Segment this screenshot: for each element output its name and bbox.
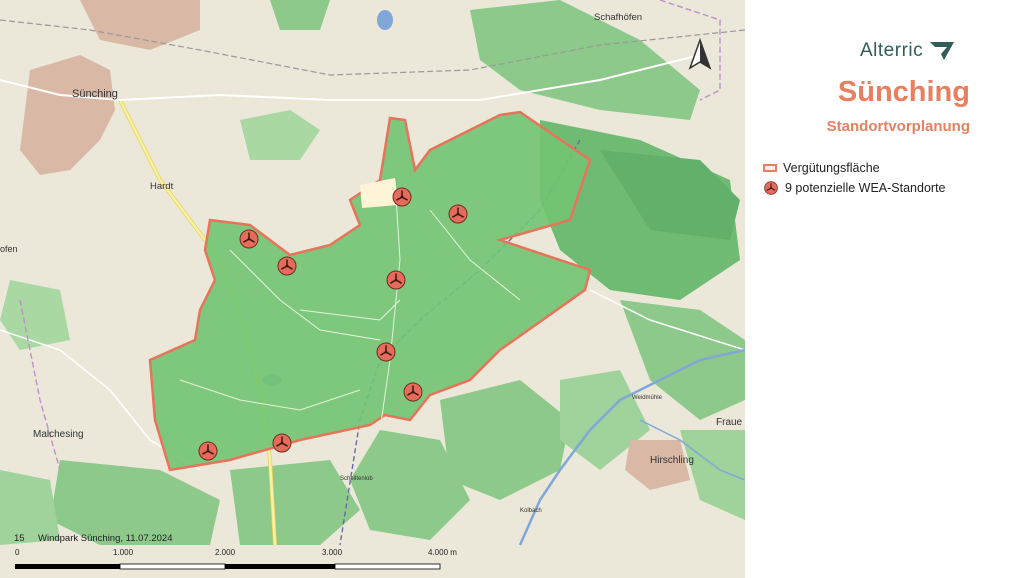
legend-item-turbines: 9 potenzielle WEA-Standorte — [763, 178, 946, 198]
map-canvas[interactable]: Sünching Schafhöfen Hardt Malchesing Hir… — [0, 0, 745, 578]
turbine-marker[interactable] — [277, 256, 297, 276]
scale-caption: Windpark Sünching, 11.07.2024 — [38, 533, 173, 544]
label-hardt: Hardt — [150, 181, 174, 192]
legend-panel: Alterric Sünching Standortvorplanung Ver… — [745, 0, 1024, 578]
label-fraue: Fraue — [716, 417, 743, 428]
page-title: Sünching — [837, 76, 970, 108]
scalebar: 15 Windpark Sünching, 11.07.2024 0 1.000… — [0, 528, 745, 578]
turbine-marker[interactable] — [272, 433, 292, 453]
scale-bar-graphic — [15, 563, 441, 570]
turbine-marker[interactable] — [386, 270, 406, 290]
label-schafhoefen: Schafhöfen — [594, 12, 642, 23]
legend-label-turbines: 9 potenzielle WEA-Standorte — [785, 181, 946, 195]
area-swatch-icon — [763, 164, 777, 172]
label-ofen: ofen — [0, 244, 18, 254]
turbine-icon — [764, 181, 778, 195]
turbine-marker[interactable] — [392, 187, 412, 207]
map[interactable]: Sünching Schafhöfen Hardt Malchesing Hir… — [0, 0, 745, 578]
turbine-marker[interactable] — [448, 204, 468, 224]
turbine-marker[interactable] — [198, 441, 218, 461]
label-scheiltenlob: Scheiltenlob — [340, 476, 373, 482]
label-hirschling: Hirschling — [650, 455, 694, 466]
label-weidmuehle: Weidmühle — [632, 395, 663, 401]
label-malchesing: Malchesing — [33, 429, 84, 440]
brand-logo-icon — [930, 42, 955, 60]
label-suenching: Sünching — [72, 88, 118, 100]
legend-item-area: Vergütungsfläche — [763, 158, 946, 178]
turbine-marker[interactable] — [403, 382, 423, 402]
page-subtitle: Standortvorplanung — [826, 118, 970, 135]
legend-label-area: Vergütungsfläche — [783, 161, 880, 175]
turbine-marker[interactable] — [376, 342, 396, 362]
label-kolbach: Kolbach — [520, 508, 542, 514]
legend: Vergütungsfläche 9 potenzielle WEA-Stand… — [763, 158, 946, 198]
scale-number: 15 — [14, 533, 25, 544]
brand: Alterric — [860, 40, 955, 62]
brand-name: Alterric — [860, 40, 924, 61]
turbine-marker[interactable] — [239, 229, 259, 249]
